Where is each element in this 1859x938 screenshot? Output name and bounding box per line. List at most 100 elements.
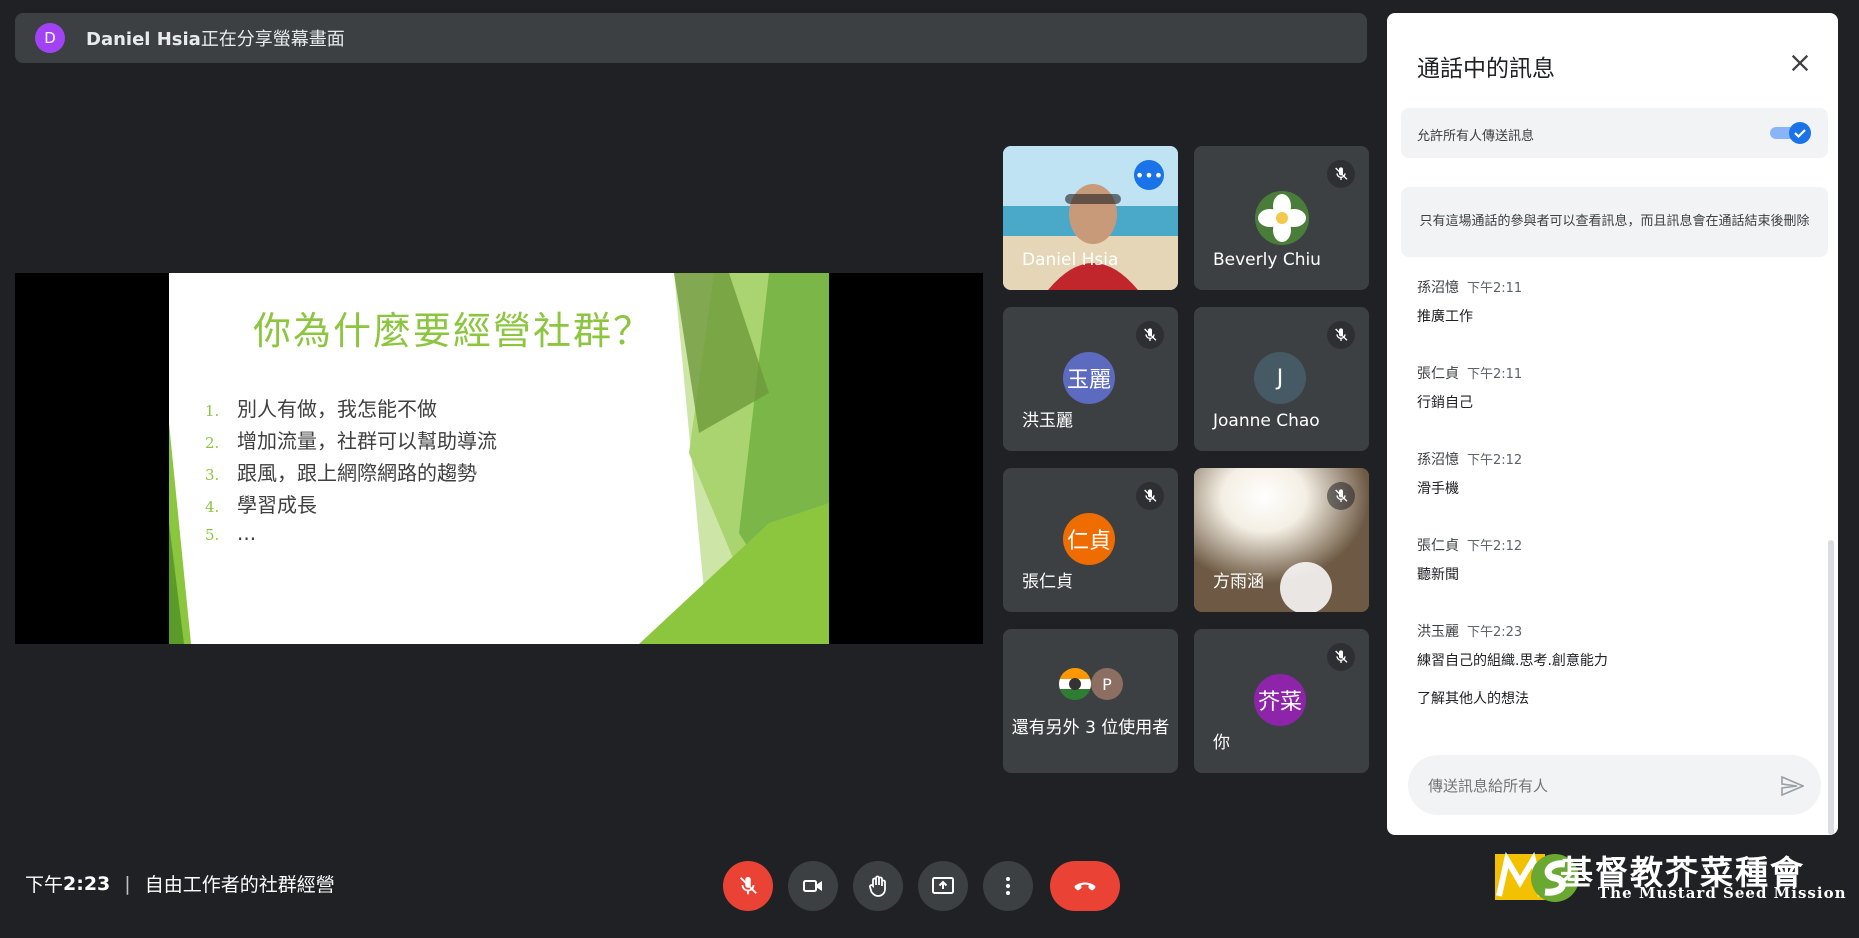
chat-scrollbar[interactable] (1828, 540, 1834, 835)
allow-messages-label: 允許所有人傳送訊息 (1417, 129, 1535, 144)
more-vert-icon (1006, 877, 1010, 895)
participant-tile-yuli[interactable]: 玉麗 洪玉麗 (1003, 307, 1178, 451)
message-sender: 洪玉麗 (1417, 624, 1459, 640)
message-time: 下午2:12 (1467, 539, 1523, 554)
chat-panel: 通話中的訊息 允許所有人傳送訊息 只有這場通話的參與者可以查看訊息，而且訊息會在… (1387, 13, 1838, 835)
hand-icon (869, 875, 886, 897)
slide-item-text: 學習成長 (237, 493, 317, 517)
message-time: 下午2:11 (1467, 367, 1523, 382)
raise-hand-button[interactable] (853, 861, 903, 911)
meeting-name: 自由工作者的社群經營 (144, 874, 335, 896)
participant-tile-yuhan[interactable]: 方雨涵 (1194, 468, 1369, 612)
message-sender: 孫沼憶 (1417, 452, 1459, 468)
chat-input-box (1408, 755, 1821, 815)
chat-message-input[interactable] (1426, 769, 1750, 803)
chat-message: 孫沼憶 下午2:11 推廣工作 (1417, 277, 1817, 326)
present-icon (932, 877, 954, 894)
message-sender: 孫沼憶 (1417, 280, 1459, 296)
message-sender: 張仁貞 (1417, 538, 1459, 554)
presenter-name: Daniel Hsia (86, 29, 201, 50)
participant-name: 你 (1213, 733, 1230, 753)
slide-item-number: 3. (205, 466, 220, 484)
chat-message: 孫沼憶 下午2:12 滑手機 (1417, 449, 1817, 498)
more-options-icon[interactable]: ••• (1134, 160, 1164, 190)
participant-avatar: 仁貞 (1063, 513, 1115, 565)
message-time: 下午2:23 (1467, 625, 1523, 640)
presenting-suffix: 正在分享螢幕畫面 (200, 29, 345, 50)
current-time: 2:23 (63, 872, 111, 895)
more-options-button[interactable] (983, 861, 1033, 911)
participant-name: 洪玉麗 (1022, 411, 1073, 431)
message-body: 滑手機 (1417, 481, 1459, 497)
participant-tile-joanne[interactable]: J Joanne Chao (1194, 307, 1369, 451)
chat-message: 張仁貞 下午2:11 行銷自己 (1417, 363, 1817, 412)
others-photo-avatar (1059, 668, 1091, 700)
camera-icon (803, 880, 822, 892)
mic-off-icon (1136, 321, 1164, 349)
slide-item: 3. 跟風，跟上網際網路的趨勢 (205, 457, 477, 486)
participant-name: Beverly Chiu (1213, 250, 1321, 270)
participant-name: 方雨涵 (1213, 572, 1264, 592)
slide-item: 2. 增加流量，社群可以幫助導流 (205, 425, 497, 454)
participant-avatar: J (1254, 352, 1306, 404)
slide-item-text: 別人有做，我怎能不做 (237, 397, 437, 421)
slide-item: 4. 學習成長 (205, 489, 317, 518)
message-body: 聽新聞 (1417, 567, 1459, 583)
message-body: 推廣工作 (1417, 309, 1473, 325)
presenting-banner: D Daniel Hsia正在分享螢幕畫面 (15, 13, 1367, 63)
slide-title: 你為什麼要經營社群？ (253, 309, 654, 353)
message-time: 下午2:11 (1467, 281, 1523, 296)
message-body: 行銷自己 (1417, 395, 1473, 411)
participant-avatar: 芥菜 (1254, 674, 1306, 726)
mic-toggle-button[interactable] (723, 861, 773, 911)
separator: | (124, 872, 131, 895)
flower-avatar-icon (1255, 191, 1309, 245)
end-call-button[interactable] (1050, 861, 1120, 911)
participant-name: 張仁貞 (1022, 572, 1073, 592)
meeting-info: 下午 2:23 | 自由工作者的社群經營 (25, 870, 335, 897)
chat-notice: 只有這場通話的參與者可以查看訊息，而且訊息會在通話結束後刪除 (1401, 187, 1828, 257)
mic-off-icon (1327, 643, 1355, 671)
participant-tile-renzhen[interactable]: 仁貞 張仁貞 (1003, 468, 1178, 612)
participant-tile-beverly[interactable]: Beverly Chiu (1194, 146, 1369, 290)
message-body: 了解其他人的想法 (1417, 691, 1529, 707)
slide-item-number: 1. (205, 402, 220, 420)
message-sender: 張仁貞 (1417, 366, 1459, 382)
slide-item-number: 4. (205, 498, 220, 516)
message-time: 下午2:12 (1467, 453, 1523, 468)
close-icon[interactable] (1780, 43, 1820, 83)
chat-title: 通話中的訊息 (1417, 56, 1555, 82)
chat-message: 張仁貞 下午2:12 聽新聞 (1417, 535, 1817, 584)
slide-item-text: 增加流量，社群可以幫助導流 (237, 429, 497, 453)
participant-tile-you[interactable]: 芥菜 你 (1194, 629, 1369, 773)
logo-english-name: The Mustard Seed Mission (1598, 884, 1847, 902)
camera-toggle-button[interactable] (788, 861, 838, 911)
presenter-avatar: D (35, 23, 65, 53)
mic-off-icon (740, 876, 757, 895)
end-call-icon (1074, 882, 1096, 891)
allow-messages-row: 允許所有人傳送訊息 (1401, 108, 1828, 158)
mic-off-icon (1136, 482, 1164, 510)
participant-avatar: 玉麗 (1063, 352, 1115, 404)
presenting-text: Daniel Hsia正在分享螢幕畫面 (86, 25, 345, 51)
others-initial-avatar: P (1091, 668, 1123, 700)
slide-item: 5.... (205, 521, 256, 545)
slide-item-number: 2. (205, 434, 220, 452)
participant-name: 還有另外 3 位使用者 (1011, 718, 1170, 738)
mic-off-icon (1327, 482, 1355, 510)
chat-message: 洪玉麗 下午2:23 練習自己的組織.思考.創意能力 了解其他人的想法 (1417, 621, 1817, 708)
mic-off-icon (1327, 321, 1355, 349)
participant-tile-daniel[interactable]: ••• Daniel Hsia (1003, 146, 1178, 290)
slide-item-text: ... (237, 521, 257, 545)
slide-item-number: 5. (205, 526, 220, 544)
present-now-button[interactable] (918, 861, 968, 911)
participant-tile-others[interactable]: P 還有另外 3 位使用者 (1003, 629, 1178, 773)
message-body: 練習自己的組織.思考.創意能力 (1417, 653, 1608, 669)
slide-item-text: 跟風，跟上網際網路的趨勢 (237, 461, 477, 485)
allow-messages-toggle[interactable] (1768, 122, 1812, 144)
participant-name: Joanne Chao (1213, 411, 1320, 431)
send-icon[interactable] (1777, 771, 1807, 801)
mic-off-icon (1327, 160, 1355, 188)
slide-item: 1. 別人有做，我怎能不做 (205, 393, 437, 422)
time-prefix: 下午 (25, 874, 64, 896)
